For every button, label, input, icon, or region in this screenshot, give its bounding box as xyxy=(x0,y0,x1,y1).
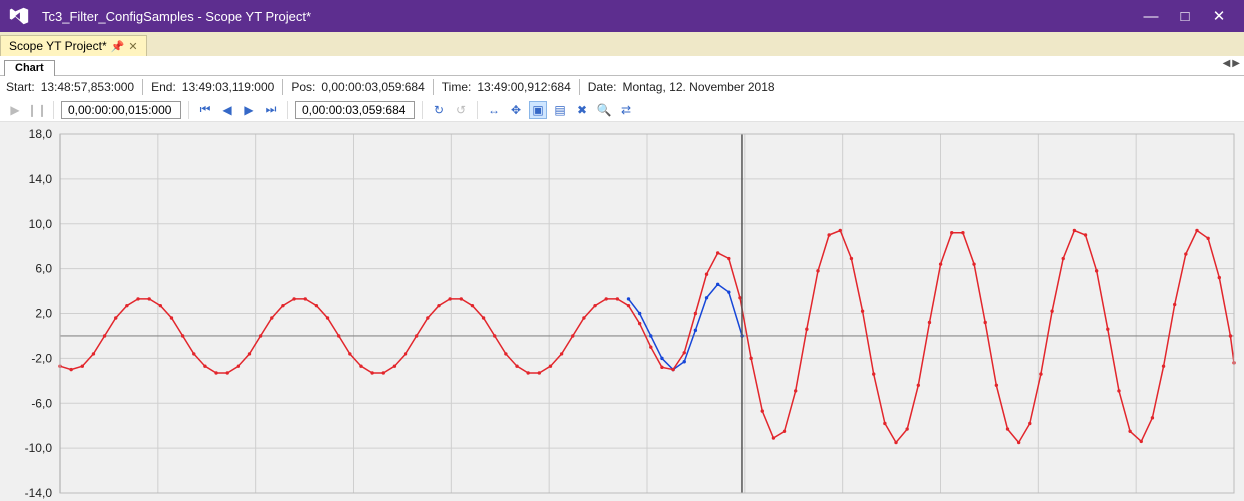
document-tab[interactable]: Scope YT Project* 📌 ✕ xyxy=(0,35,147,56)
pin-icon[interactable]: 📌 xyxy=(111,40,125,53)
start-value: 13:48:57,853:000 xyxy=(41,80,134,94)
pan-xy-button[interactable]: ✥ xyxy=(507,101,525,119)
next-button[interactable]: ▶ xyxy=(240,101,258,119)
clear-tool-button[interactable]: ✖ xyxy=(573,101,591,119)
close-button[interactable]: ✕ xyxy=(1202,7,1236,25)
chart-tab-row: Chart ◀ ▶ xyxy=(0,56,1244,76)
end-value: 13:49:03,119:000 xyxy=(182,80,275,94)
svg-text:-10,0: -10,0 xyxy=(25,441,53,455)
pan-x-button[interactable]: ↔ xyxy=(485,101,503,119)
time-input-2[interactable]: 0,00:00:03,059:684 xyxy=(295,101,415,119)
svg-text:14,0: 14,0 xyxy=(29,172,53,186)
close-tab-icon[interactable]: ✕ xyxy=(128,40,137,53)
window-title: Tc3_Filter_ConfigSamples - Scope YT Proj… xyxy=(42,9,311,24)
svg-text:18,0: 18,0 xyxy=(29,127,53,141)
pause-button[interactable]: ❙❙ xyxy=(28,101,46,119)
document-tab-label: Scope YT Project* xyxy=(9,39,107,53)
chart-tab[interactable]: Chart xyxy=(4,60,55,76)
date-label: Date: xyxy=(588,80,617,94)
svg-text:-6,0: -6,0 xyxy=(31,396,52,410)
chart-tab-label: Chart xyxy=(15,62,44,74)
autoscale-button[interactable]: ⇄ xyxy=(617,101,635,119)
prev-button[interactable]: ◀ xyxy=(218,101,236,119)
titlebar: Tc3_Filter_ConfigSamples - Scope YT Proj… xyxy=(0,0,1244,32)
zoom-max-button[interactable]: 🔍 xyxy=(595,101,613,119)
scroll-left-icon[interactable]: ◀ xyxy=(1223,58,1231,69)
minimize-button[interactable]: ― xyxy=(1134,8,1168,25)
document-tab-strip: Scope YT Project* 📌 ✕ xyxy=(0,32,1244,56)
zoom-rect-button[interactable]: ▣ xyxy=(529,101,547,119)
svg-text:2,0: 2,0 xyxy=(35,307,52,321)
start-label: Start: xyxy=(6,80,35,94)
play-button[interactable]: ▶ xyxy=(6,101,24,119)
visual-studio-icon xyxy=(8,5,30,27)
chart-toolbar: ▶ ❙❙ 0,00:00:00,015:000 ⏮ ◀ ▶ ⏭ 0,00:00:… xyxy=(0,98,1244,122)
svg-text:10,0: 10,0 xyxy=(29,217,53,231)
chart-canvas: -14,0 -10,0 -6,0 -2,0 2,0 6,0 10,0 14,0 18,0 xyxy=(0,122,1244,501)
last-button[interactable]: ⏭ xyxy=(262,101,280,119)
svg-text:6,0: 6,0 xyxy=(35,262,52,276)
svg-text:-14,0: -14,0 xyxy=(25,486,53,500)
tab-scroll-arrows[interactable]: ◀ ▶ xyxy=(1223,58,1240,69)
end-label: End: xyxy=(151,80,176,94)
first-button[interactable]: ⏮ xyxy=(196,101,214,119)
chart-area[interactable]: -14,0 -10,0 -6,0 -2,0 2,0 6,0 10,0 14,0 18,0 xyxy=(0,122,1244,501)
time-label: Time: xyxy=(442,80,472,94)
svg-text:-2,0: -2,0 xyxy=(31,351,52,365)
time-input-1[interactable]: 0,00:00:00,015:000 xyxy=(61,101,181,119)
refresh-back-button[interactable]: ↺ xyxy=(452,101,470,119)
date-value: Montag, 12. November 2018 xyxy=(622,80,774,94)
zoom-y-button[interactable]: ▤ xyxy=(551,101,569,119)
time-value: 13:49:00,912:684 xyxy=(477,80,570,94)
scroll-right-icon[interactable]: ▶ xyxy=(1232,58,1240,69)
refresh-button[interactable]: ↻ xyxy=(430,101,448,119)
pos-value: 0,00:00:03,059:684 xyxy=(321,80,424,94)
info-bar: Start: 13:48:57,853:000 End: 13:49:03,11… xyxy=(0,76,1244,98)
pos-label: Pos: xyxy=(291,80,315,94)
maximize-button[interactable]: □ xyxy=(1168,8,1202,25)
